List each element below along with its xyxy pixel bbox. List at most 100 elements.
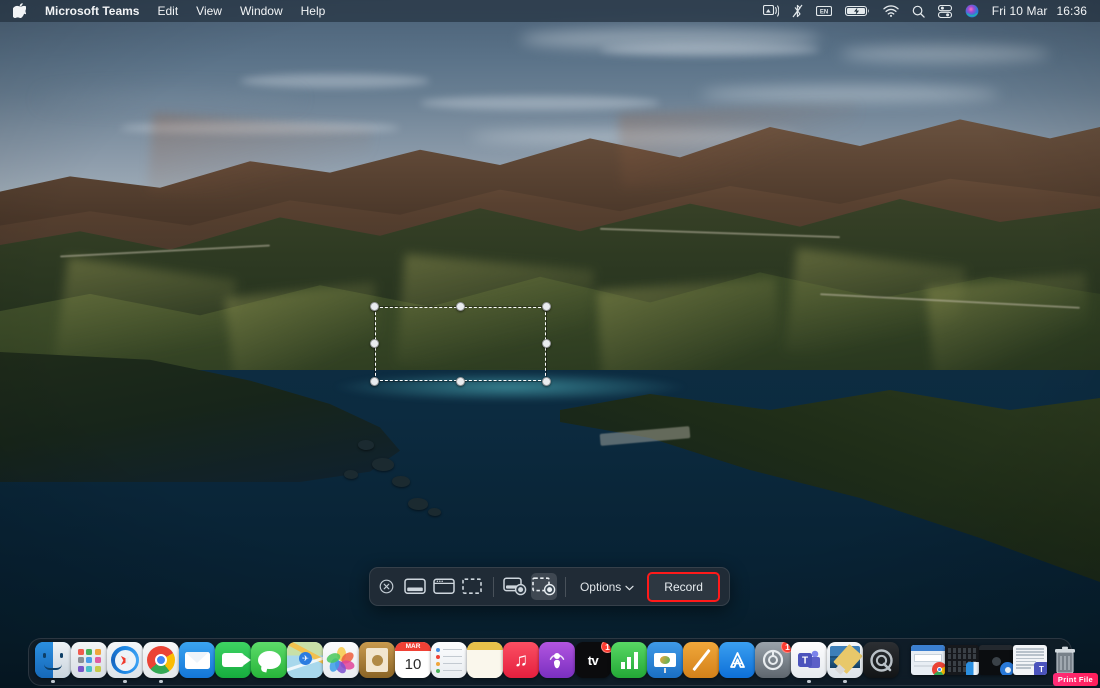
dock-item-music[interactable]: ♫ [503,640,539,684]
selection-handle-s[interactable] [455,377,465,386]
running-indicator [51,679,55,683]
dock: ✈ MAR 10 ♫ tv 1 1 T T [28,638,1075,686]
sea-rock [372,458,394,471]
sea-rock [408,498,428,510]
microsoft-teams-icon: T [791,642,827,678]
running-indicator [123,679,127,683]
menu-bar-clock[interactable]: Fri 10 Mar 16:36 [992,4,1087,18]
safari-icon [107,642,143,678]
toolbar-divider [565,576,566,597]
menu-app-microsoft-teams[interactable]: Microsoft Teams [36,2,148,20]
dock-item-launchpad[interactable] [71,640,107,684]
dock-item-notes[interactable] [467,640,503,684]
selection-border[interactable] [375,307,546,381]
menu-help[interactable]: Help [292,2,335,20]
selection-handle-sw[interactable] [370,377,379,386]
menu-bar: Microsoft Teams Edit View Window Help EN [0,0,1100,22]
dock-item-app-store[interactable] [719,640,755,684]
dock-minimized-safari-window[interactable] [979,640,1013,684]
calendar-month: MAR [395,642,431,651]
ridge-highlight [147,112,373,208]
notes-icon [467,642,503,678]
menu-bar-time: 16:36 [1056,4,1087,18]
dock-item-keynote[interactable] [647,640,683,684]
sea-rock [358,440,374,450]
running-indicator [807,679,811,683]
selection-handle-nw[interactable] [370,302,379,311]
menu-view[interactable]: View [187,2,231,20]
record-button[interactable]: Record [649,573,718,600]
dock-item-tv[interactable]: tv 1 [575,640,611,684]
finder-icon [35,642,71,678]
menu-bar-left: Microsoft Teams Edit View Window Help [9,2,334,20]
calendar-icon: MAR 10 [395,642,431,678]
record-selected-portion-button[interactable] [530,573,558,600]
podcasts-icon [539,642,575,678]
spotlight-search-icon[interactable] [912,5,925,18]
selection-handle-se[interactable] [542,377,551,386]
chrome-icon [143,642,179,678]
dock-item-mail[interactable] [179,640,215,684]
pages-icon [683,642,719,678]
screen-recording-selection[interactable] [370,302,551,386]
dock-item-safari[interactable] [107,640,143,684]
siri-icon[interactable] [965,4,979,18]
apple-menu-icon[interactable] [9,2,36,20]
toolbar-divider [493,576,495,597]
dock-item-calendar[interactable]: MAR 10 [395,640,431,684]
messages-icon [251,642,287,678]
record-button-highlight: Record [647,571,720,602]
selection-handle-n[interactable] [455,302,465,311]
menu-window[interactable]: Window [231,2,292,20]
wifi-icon[interactable] [883,5,899,17]
dock-minimized-chrome-window[interactable] [911,640,945,684]
battery-charging-icon[interactable] [844,5,870,17]
maps-icon: ✈ [287,642,323,678]
ridge-highlight [618,101,862,189]
dock-item-system-preferences[interactable]: 1 [755,640,791,684]
menu-bar-date: Fri 10 Mar [991,4,1048,18]
dock-item-reminders[interactable] [431,640,467,684]
control-center-icon[interactable] [937,4,952,18]
menu-edit[interactable]: Edit [148,2,187,20]
dock-item-podcasts[interactable] [539,640,575,684]
dock-item-maps[interactable]: ✈ [287,640,323,684]
dock-item-pages[interactable] [683,640,719,684]
menu-bar-status-area: EN Fri 10 Mar 16:36 [762,4,1091,18]
dock-item-quicktime[interactable] [863,640,899,684]
capture-entire-screen-button[interactable] [402,573,428,600]
close-icon[interactable] [379,579,394,594]
dock-minimized-teams-window[interactable]: T [1013,640,1047,684]
options-button[interactable]: Options [573,576,641,598]
dock-item-facetime[interactable] [215,640,251,684]
badge-count: 1 [601,642,611,653]
record-entire-screen-button[interactable] [502,573,528,600]
selection-handle-e[interactable] [542,339,551,348]
screen-mirroring-icon[interactable] [762,5,779,17]
bluetooth-off-icon[interactable] [792,4,803,18]
capture-selected-window-button[interactable] [430,573,456,600]
dock-item-messages[interactable] [251,640,287,684]
launchpad-icon [71,642,107,678]
dock-item-contacts[interactable] [359,640,395,684]
capture-selected-portion-button[interactable] [459,573,485,600]
selection-handle-w[interactable] [370,339,379,348]
dock-item-chrome[interactable] [143,640,179,684]
cloud [240,74,430,88]
tv-icon: tv 1 [575,642,611,678]
photos-icon [323,642,359,678]
dock-item-numbers[interactable] [611,640,647,684]
cloud [700,86,1000,102]
sea-rock [428,508,441,516]
input-source-icon[interactable]: EN [815,5,832,17]
sea-rock [392,476,410,487]
selection-handle-ne[interactable] [542,302,551,311]
cloud [40,90,300,108]
running-indicator [159,679,163,683]
dock-item-finder[interactable] [35,640,71,684]
screenshot-toolbar: Options Record [369,567,730,606]
dock-item-microsoft-teams[interactable]: T [791,640,827,684]
dock-item-preview[interactable] [827,640,863,684]
dock-minimized-finder-window[interactable] [945,640,979,684]
dock-item-photos[interactable] [323,640,359,684]
